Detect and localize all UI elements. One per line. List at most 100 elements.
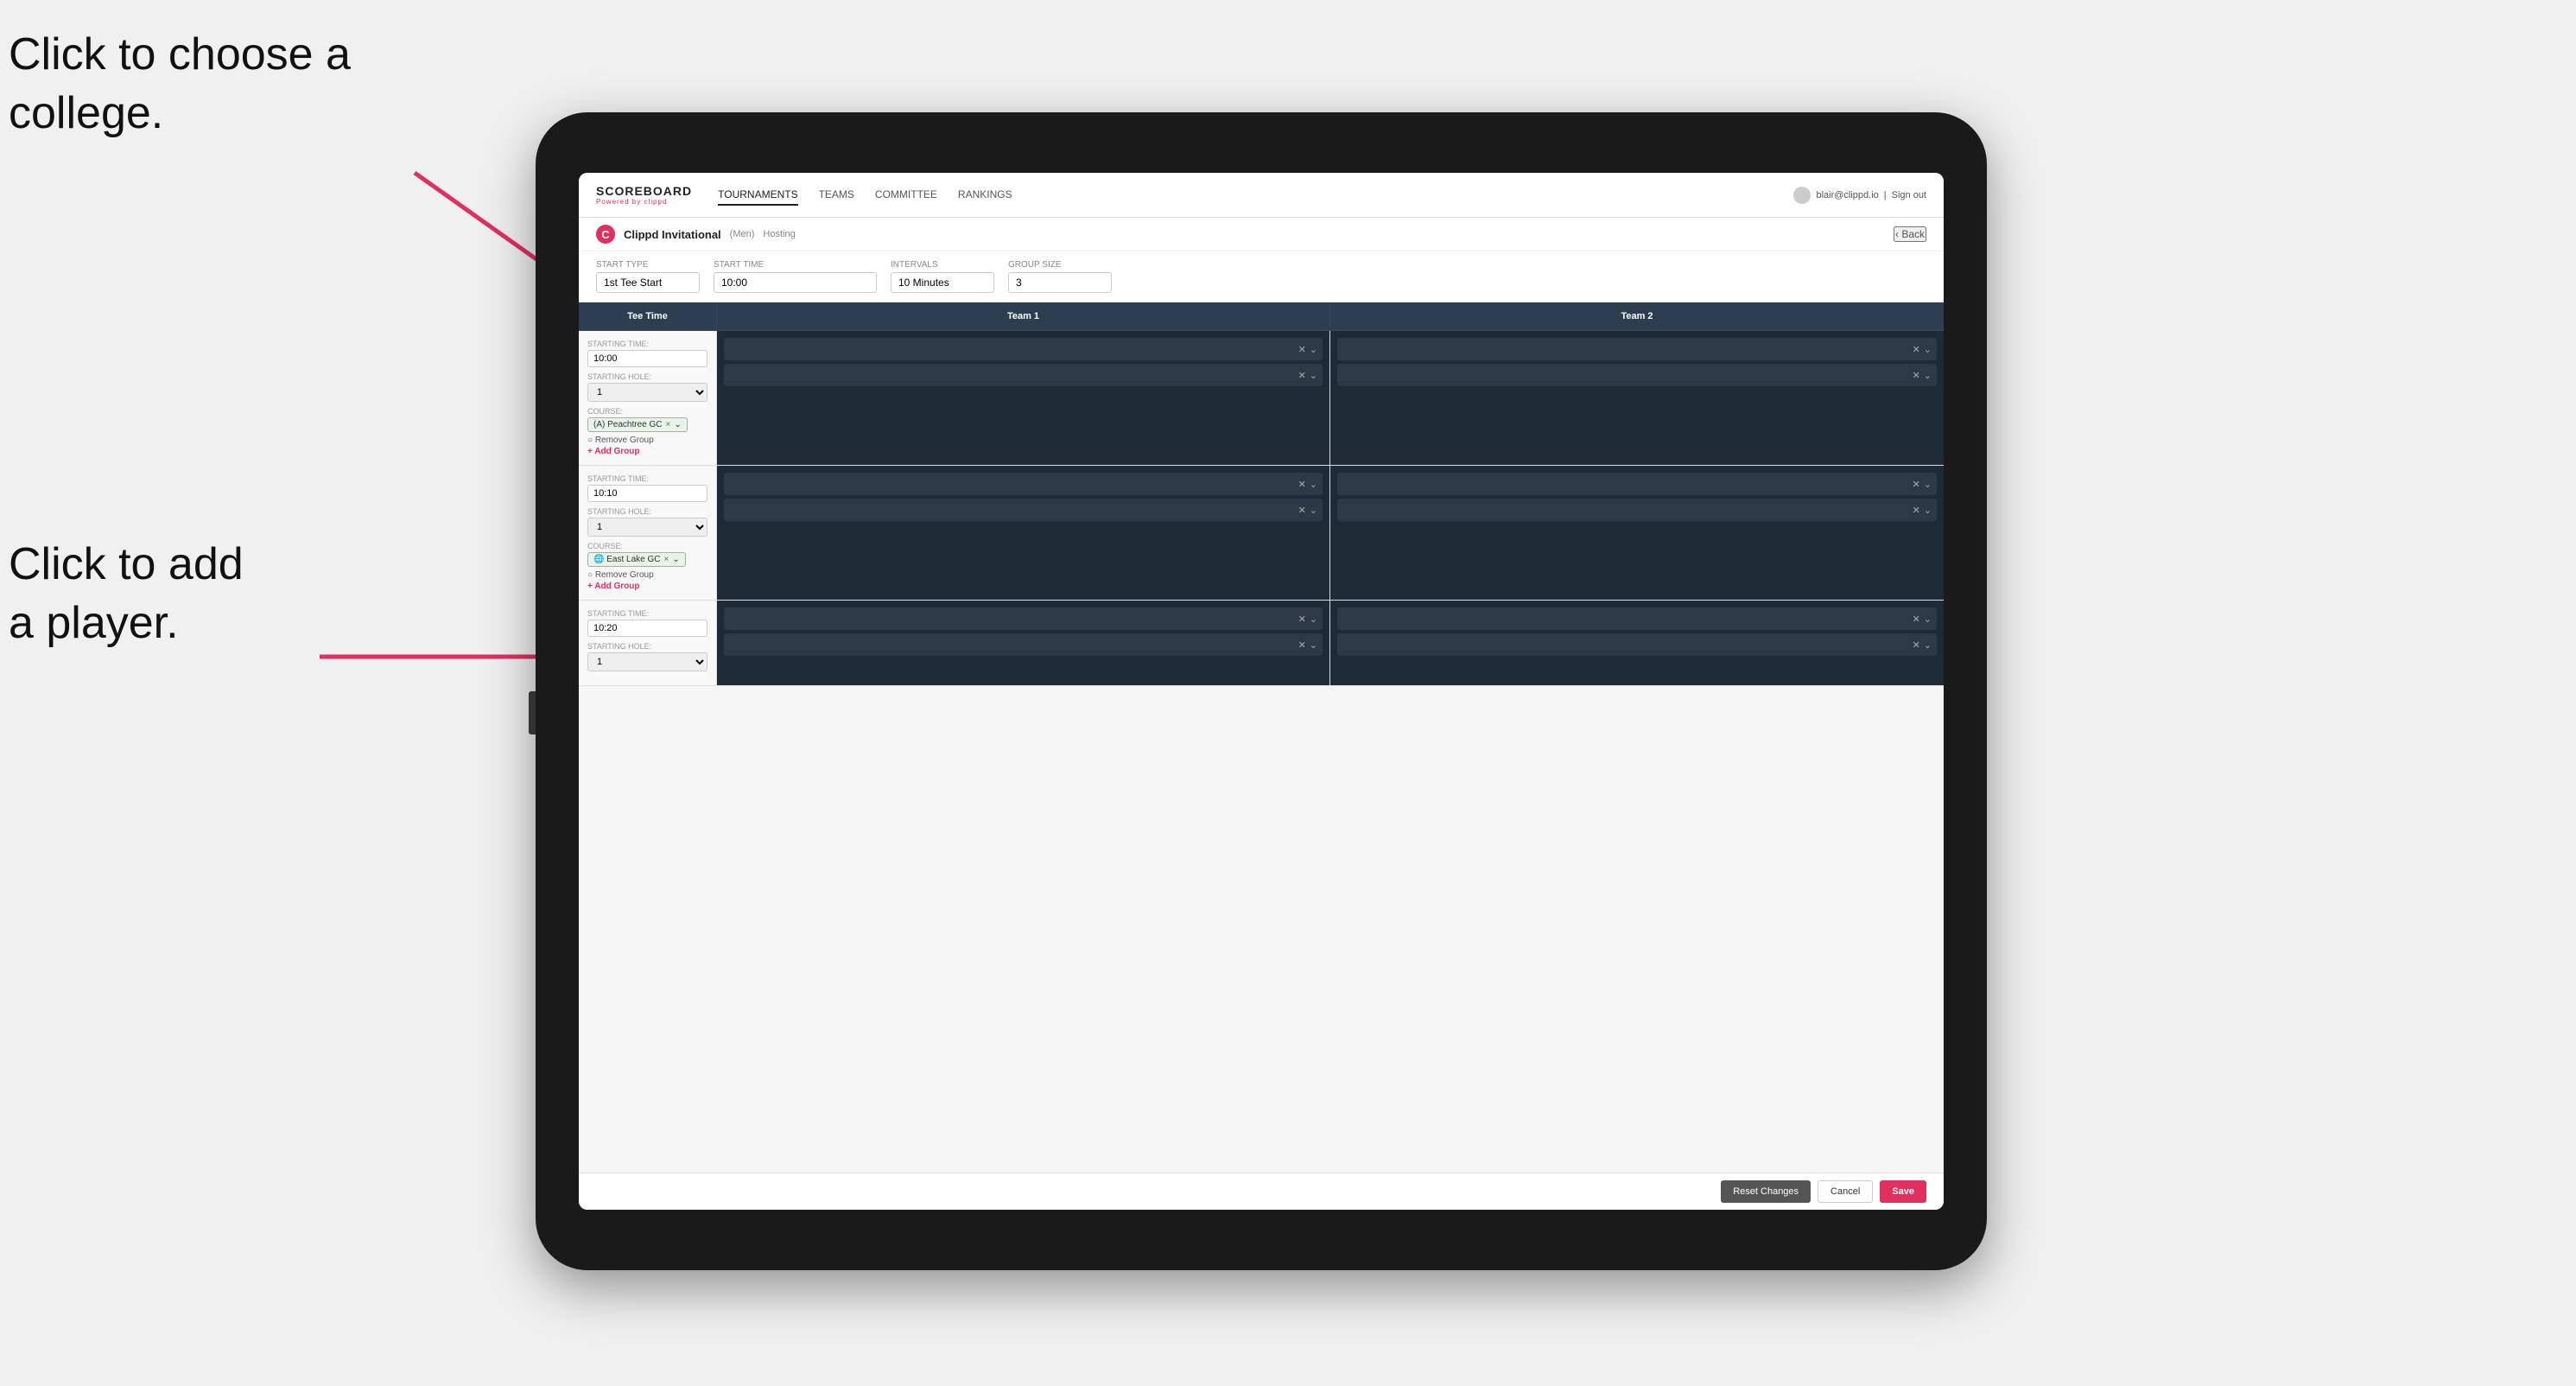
starting-time-input-1[interactable]: [587, 350, 707, 367]
tee-left-3: STARTING TIME: STARTING HOLE: 1: [579, 601, 717, 685]
form-row: Start Type 1st Tee Start Start Time Inte…: [579, 251, 1944, 302]
nav-link-teams[interactable]: TEAMS: [819, 185, 854, 206]
more-icon[interactable]: ⌄: [1924, 639, 1932, 651]
course-label-2: COURSE:: [587, 542, 707, 550]
player-slot[interactable]: ✕ ⌄: [1337, 633, 1937, 656]
sign-out-link[interactable]: Sign out: [1892, 190, 1926, 200]
more-icon[interactable]: ⌄: [1310, 370, 1317, 381]
more-icon[interactable]: ⌄: [1924, 344, 1932, 355]
remove-course-btn-1[interactable]: ×: [665, 420, 670, 429]
col-team1: Team 1: [717, 302, 1330, 330]
player-slot[interactable]: ✕ ⌄: [724, 499, 1323, 521]
expand-icon[interactable]: ✕: [1298, 639, 1306, 651]
starting-hole-select-3[interactable]: 1: [587, 652, 707, 671]
more-icon[interactable]: ⌄: [1310, 639, 1317, 651]
tournament-badge: (Men): [730, 229, 755, 239]
player-slot[interactable]: ✕ ⌄: [724, 633, 1323, 656]
col-team2: Team 2: [1330, 302, 1944, 330]
starting-hole-select-1[interactable]: 1: [587, 383, 707, 402]
starting-hole-label: STARTING HOLE:: [587, 507, 707, 516]
more-icon[interactable]: ⌄: [1924, 614, 1932, 625]
expand-icon[interactable]: ✕: [1913, 505, 1920, 516]
player-slot[interactable]: ✕ ⌄: [1337, 473, 1937, 495]
tablet-screen: SCOREBOARD Powered by clippd TOURNAMENTS…: [579, 173, 1944, 1210]
remove-course-btn-2[interactable]: ×: [663, 555, 669, 564]
nav-link-tournaments[interactable]: TOURNAMENTS: [718, 185, 797, 206]
start-time-label: Start Time: [714, 260, 877, 270]
table-row: STARTING TIME: STARTING HOLE: 1 COURSE: …: [579, 331, 1944, 466]
expand-icon[interactable]: ✕: [1298, 479, 1306, 490]
more-icon[interactable]: ⌄: [1310, 344, 1317, 355]
start-time-input[interactable]: [714, 272, 877, 293]
cancel-button[interactable]: Cancel: [1818, 1180, 1873, 1203]
nav-links: TOURNAMENTS TEAMS COMMITTEE RANKINGS: [718, 185, 1793, 206]
player-slot[interactable]: ✕ ⌄: [1337, 607, 1937, 630]
expand-icon[interactable]: ✕: [1298, 614, 1306, 625]
back-button[interactable]: ‹ Back: [1894, 226, 1926, 242]
starting-hole-label: STARTING HOLE:: [587, 642, 707, 651]
player-slot[interactable]: ✕ ⌄: [1337, 338, 1937, 360]
expand-icon[interactable]: ✕: [1913, 370, 1920, 381]
start-type-group: Start Type 1st Tee Start: [596, 260, 700, 293]
nav-link-committee[interactable]: COMMITTEE: [875, 185, 937, 206]
start-time-group: Start Time: [714, 260, 877, 293]
start-type-select[interactable]: 1st Tee Start: [596, 272, 700, 293]
expand-icon[interactable]: ✕: [1913, 639, 1920, 651]
starting-time-input-2[interactable]: [587, 485, 707, 502]
sub-header: C Clippd Invitational (Men) Hosting ‹ Ba…: [579, 218, 1944, 251]
more-icon[interactable]: ⌄: [1310, 479, 1317, 490]
annotation-choose-college: Click to choose acollege.: [9, 26, 351, 143]
remove-group-btn-1[interactable]: ○ Remove Group: [587, 436, 707, 445]
team2-slot-row2: ✕ ⌄ ✕ ⌄: [1330, 466, 1944, 600]
player-slot[interactable]: ✕ ⌄: [1337, 499, 1937, 521]
starting-hole-select-2[interactable]: 1: [587, 518, 707, 537]
expand-icon[interactable]: ✕: [1298, 370, 1306, 381]
intervals-group: Intervals 10 Minutes: [891, 260, 994, 293]
course-tag-2[interactable]: 🌐 East Lake GC × ⌄: [587, 552, 686, 567]
col-tee-time: Tee Time: [579, 302, 717, 330]
annotation-add-player: Click to adda player.: [9, 536, 244, 652]
starting-time-input-3[interactable]: [587, 620, 707, 637]
group-size-select[interactable]: 3: [1008, 272, 1112, 293]
more-icon[interactable]: ⌄: [1310, 614, 1317, 625]
footer-bar: Reset Changes Cancel Save: [579, 1173, 1944, 1210]
expand-icon[interactable]: ✕: [1913, 614, 1920, 625]
team2-slot-row1: ✕ ⌄ ✕ ⌄: [1330, 331, 1944, 465]
player-slot[interactable]: ✕ ⌄: [1337, 364, 1937, 386]
tablet-side-button: [529, 691, 536, 734]
player-slot[interactable]: ✕ ⌄: [724, 607, 1323, 630]
remove-group-btn-2[interactable]: ○ Remove Group: [587, 570, 707, 580]
save-button[interactable]: Save: [1880, 1180, 1926, 1203]
tee-left-1: STARTING TIME: STARTING HOLE: 1 COURSE: …: [579, 331, 717, 465]
start-type-label: Start Type: [596, 260, 700, 270]
player-slot[interactable]: ✕ ⌄: [724, 338, 1323, 360]
table-row: STARTING TIME: STARTING HOLE: 1 COURSE: …: [579, 466, 1944, 601]
intervals-select[interactable]: 10 Minutes: [891, 272, 994, 293]
starting-time-label: STARTING TIME:: [587, 474, 707, 483]
tablet-frame: SCOREBOARD Powered by clippd TOURNAMENTS…: [536, 112, 1987, 1270]
nav-user: blair@clippd.io | Sign out: [1793, 187, 1926, 204]
course-tag-1[interactable]: (A) Peachtree GC × ⌄: [587, 417, 688, 432]
expand-icon[interactable]: ✕: [1913, 344, 1920, 355]
reset-changes-button[interactable]: Reset Changes: [1721, 1180, 1811, 1203]
more-icon[interactable]: ⌄: [1924, 370, 1932, 381]
nav-link-rankings[interactable]: RANKINGS: [958, 185, 1012, 206]
table-header: Tee Time Team 1 Team 2: [579, 302, 1944, 331]
more-icon[interactable]: ⌄: [1924, 479, 1932, 490]
expand-icon[interactable]: ✕: [1913, 479, 1920, 490]
expand-icon[interactable]: ✕: [1298, 505, 1306, 516]
player-slot[interactable]: ✕ ⌄: [724, 473, 1323, 495]
team2-slot-row3: ✕ ⌄ ✕ ⌄: [1330, 601, 1944, 685]
table-row: STARTING TIME: STARTING HOLE: 1 ✕ ⌄ ✕ ⌄: [579, 601, 1944, 686]
tee-left-2: STARTING TIME: STARTING HOLE: 1 COURSE: …: [579, 466, 717, 600]
main-content: STARTING TIME: STARTING HOLE: 1 COURSE: …: [579, 331, 1944, 1173]
team1-slot-row2: ✕ ⌄ ✕ ⌄: [717, 466, 1330, 600]
player-slot[interactable]: ✕ ⌄: [724, 364, 1323, 386]
more-icon[interactable]: ⌄: [1310, 505, 1317, 516]
tournament-title: Clippd Invitational: [624, 228, 721, 241]
add-group-btn-2[interactable]: + Add Group: [587, 582, 707, 591]
avatar: [1793, 187, 1811, 204]
expand-icon[interactable]: ✕: [1298, 344, 1306, 355]
more-icon[interactable]: ⌄: [1924, 505, 1932, 516]
add-group-btn-1[interactable]: + Add Group: [587, 447, 707, 456]
